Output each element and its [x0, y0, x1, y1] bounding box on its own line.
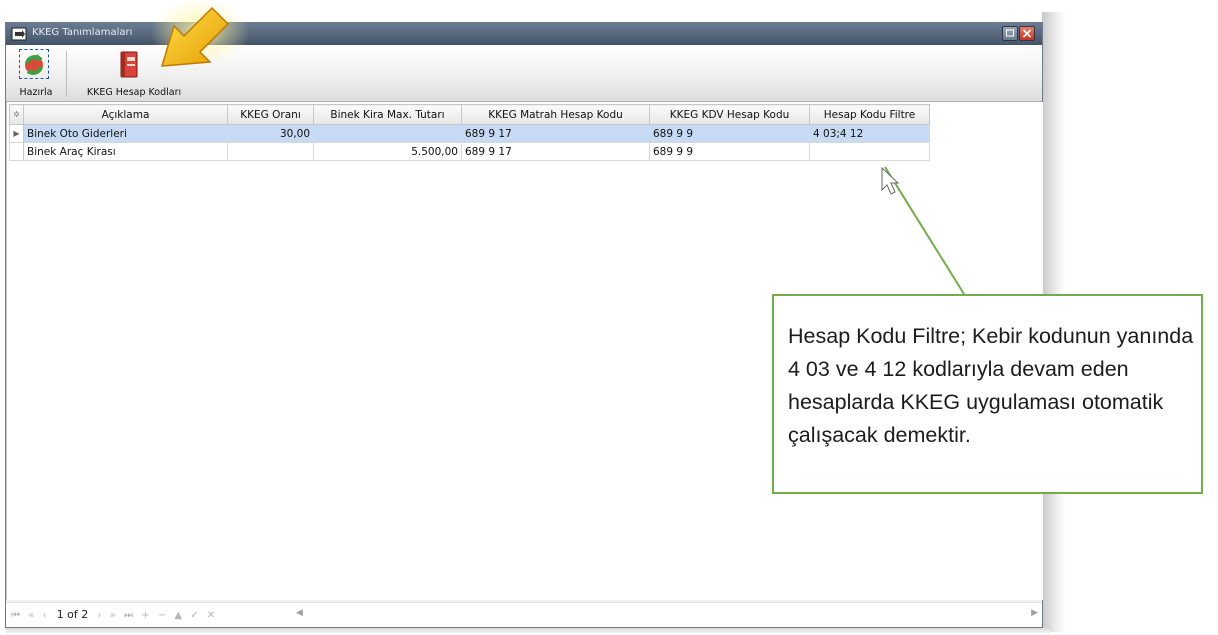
cell-kkeg-kdv-hesap-kodu[interactable]: 689 9 9 [649, 142, 810, 161]
grid-footer: ⏮ « ‹ 1 of 2 › » ⏭ + − ▲ ✓ ✕ ◀ ▶ [6, 602, 1042, 627]
maximize-icon [1006, 29, 1014, 37]
record-navigator: ⏮ « ‹ 1 of 2 › » ⏭ + − ▲ ✓ ✕ [11, 608, 220, 621]
callout-text: Hesap Kodu Filtre; Kebir kodunun yanında… [788, 324, 1194, 447]
post-edit-icon[interactable]: ✓ [190, 610, 198, 621]
cancel-edit-icon[interactable]: ✕ [207, 610, 215, 621]
maximize-button[interactable] [1002, 26, 1018, 41]
column-header-hesap-kodu-filtre[interactable]: Hesap Kodu Filtre [809, 104, 930, 125]
horizontal-scrollbar[interactable]: ◀ ▶ [296, 608, 1038, 623]
column-header-kkeg-matrah-hesap-kodu[interactable]: KKEG Matrah Hesap Kodu [461, 104, 650, 125]
append-record-icon[interactable]: + [141, 610, 149, 621]
cell-kkeg-matrah-hesap-kodu[interactable]: 689 9 17 [461, 124, 650, 143]
prev-page-icon[interactable]: « [28, 610, 34, 621]
cell-binek-kira-max-tutari[interactable]: 5.500,00 [313, 142, 462, 161]
scroll-right-icon[interactable]: ▶ [1031, 608, 1038, 618]
cell-hesap-kodu-filtre[interactable] [809, 142, 930, 161]
cell-kkeg-matrah-hesap-kodu[interactable]: 689 9 17 [461, 142, 650, 161]
book-icon [120, 51, 138, 78]
next-record-icon[interactable]: › [97, 610, 101, 621]
kkeg-hesap-kodlari-label: KKEG Hesap Kodları [86, 87, 182, 98]
page-info: 1 of 2 [56, 608, 89, 621]
column-header-kkeg-orani[interactable]: KKEG Oranı [227, 104, 314, 125]
row-indicator [9, 142, 24, 161]
refresh-icon [19, 49, 49, 79]
cell-kkeg-kdv-hesap-kodu[interactable]: 689 9 9 [649, 124, 810, 143]
hazirla-label: Hazırla [19, 87, 53, 98]
close-button[interactable] [1019, 26, 1035, 41]
cell-hesap-kodu-filtre[interactable]: 4 03;4 12 [809, 124, 930, 143]
close-icon [1022, 29, 1032, 38]
app-icon [11, 27, 27, 41]
column-header-kkeg-kdv-hesap-kodu[interactable]: KKEG KDV Hesap Kodu [649, 104, 810, 125]
delete-record-icon[interactable]: − [158, 610, 166, 621]
cell-kkeg-orani[interactable] [227, 142, 314, 161]
table-row[interactable]: Binek Araç Kirası 5.500,00 689 9 17 689 … [9, 142, 930, 161]
cell-binek-kira-max-tutari[interactable] [313, 124, 462, 143]
edit-record-icon[interactable]: ▲ [174, 610, 182, 621]
window-title: KKEG Tanımlamaları [32, 27, 133, 38]
last-page-icon[interactable]: ⏭ [124, 610, 133, 621]
toolbar-separator [66, 51, 67, 97]
first-page-icon[interactable]: ⏮ [11, 610, 20, 621]
column-header-aciklama[interactable]: Açıklama [23, 104, 228, 125]
table-header-row: ✲ Açıklama KKEG Oranı Binek Kira Max. Tu… [9, 104, 930, 125]
prev-record-icon[interactable]: ‹ [43, 610, 47, 621]
kkeg-table: ✲ Açıklama KKEG Oranı Binek Kira Max. Tu… [9, 104, 930, 161]
annotation-callout: Hesap Kodu Filtre; Kebir kodunun yanında… [772, 294, 1203, 494]
cell-kkeg-orani[interactable]: 30,00 [227, 124, 314, 143]
row-indicator-arrow-icon: ▶ [9, 124, 24, 143]
scroll-left-icon[interactable]: ◀ [296, 608, 303, 618]
column-header-binek-kira-max-tutari[interactable]: Binek Kira Max. Tutarı [313, 104, 462, 125]
table-row[interactable]: ▶ Binek Oto Giderleri 30,00 689 9 17 689… [9, 124, 930, 143]
next-page-icon[interactable]: » [110, 610, 116, 621]
highlight-arrow-icon [150, 0, 250, 67]
cell-aciklama[interactable]: Binek Araç Kirası [23, 142, 228, 161]
row-indicator-header[interactable]: ✲ [9, 104, 24, 125]
cell-aciklama[interactable]: Binek Oto Giderleri [23, 124, 228, 143]
hazirla-button[interactable]: Hazırla [8, 47, 64, 99]
